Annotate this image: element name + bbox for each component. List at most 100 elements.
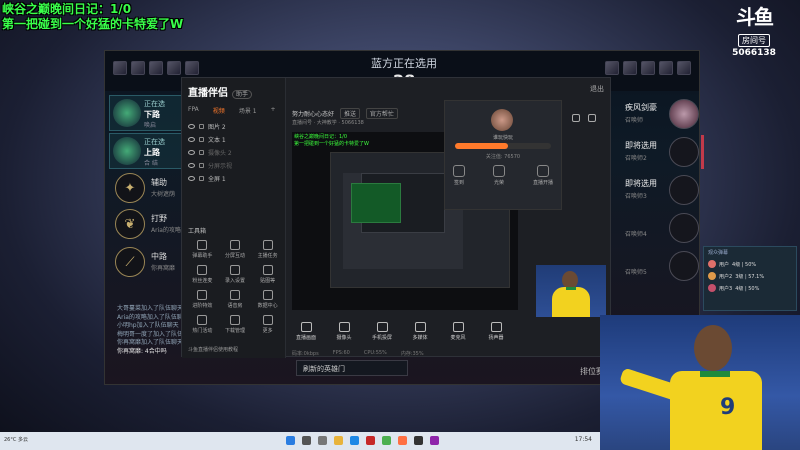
role-player: Aria的攻略 (151, 227, 181, 234)
ally-slot[interactable]: 正在选 上路 合 结 (109, 133, 189, 169)
phone-cast-button[interactable]: 手机投屏 (368, 322, 396, 341)
eye-icon[interactable] (188, 176, 195, 181)
file-explorer-icon[interactable] (334, 436, 343, 445)
tool-item[interactable]: 弹幕助手 (186, 240, 219, 259)
avatar[interactable] (491, 109, 513, 131)
viewer-info: 3级 | 57.1% (735, 273, 765, 280)
tool-item[interactable]: 分屏互动 (219, 240, 252, 259)
camera-thumbnail (536, 265, 606, 317)
tool-icon (229, 290, 240, 300)
camera-button[interactable]: 摄像头 (330, 322, 358, 341)
room-number: 5066138 (732, 48, 776, 58)
app-icon[interactable] (366, 436, 375, 445)
preview-overlay-line: 第一把碰到一个好猛的卡特爱了W (294, 141, 369, 147)
search-icon[interactable] (302, 436, 311, 445)
app-badge[interactable]: 助手 (232, 90, 253, 99)
task-view-icon[interactable] (318, 436, 327, 445)
enemy-portrait (669, 137, 699, 167)
camera-icon (338, 322, 350, 332)
app-icon[interactable] (414, 436, 423, 445)
honor-button[interactable]: 光荣 (492, 165, 505, 186)
push-chip[interactable]: 推送 (339, 108, 360, 119)
layer-item[interactable]: 摄像头 2 (186, 146, 282, 159)
tool-label: 进阶特效 (192, 303, 213, 309)
eye-icon[interactable] (188, 150, 195, 155)
source-controls: 直播画面 摄像头 手机投屏 多媒体 麦克风 扬声器 (292, 322, 510, 341)
tool-item[interactable]: 贴图等 (251, 265, 284, 284)
tool-label: 粉丝连麦 (192, 278, 213, 284)
phone-icon (376, 322, 388, 332)
lock-icon[interactable] (199, 150, 204, 155)
tool-icon (262, 315, 273, 325)
control-label: 摄像头 (336, 335, 352, 341)
layer-item[interactable]: 图片 2 (186, 120, 282, 133)
exit-button[interactable]: 退出 (590, 84, 604, 94)
speaker-button[interactable]: 扬声器 (482, 322, 510, 341)
bell-icon[interactable] (588, 114, 596, 122)
tool-icon (197, 240, 208, 250)
tab-scene-1[interactable]: 场景 1 (239, 106, 257, 115)
room-label: 房间号 (738, 34, 770, 47)
chat-icon[interactable] (572, 114, 580, 122)
tool-item[interactable]: 下载管理 (219, 315, 252, 334)
tool-label: 主播任务 (257, 253, 278, 259)
tool-item[interactable]: 热门活动 (186, 315, 219, 334)
eye-icon[interactable] (188, 137, 195, 142)
tool-item[interactable]: 数据中心 (251, 290, 284, 309)
enemy-slot: 即将选用 召唤师3 (625, 173, 701, 209)
ally-slot[interactable]: 正在选 下路 唤启 (109, 95, 189, 131)
checkin-icon (453, 165, 465, 177)
tool-item[interactable]: 语音房 (219, 290, 252, 309)
monitor-icon (300, 322, 312, 332)
douyu-logo: 斗鱼 房间号 5066138 (722, 6, 786, 58)
follower-count: 关注值: 76570 (485, 154, 521, 160)
tutorial-link[interactable]: 斗鱼直播伴侣使用教程 (188, 346, 238, 353)
play-icon (414, 322, 426, 332)
tab-video[interactable]: 视频 (213, 106, 225, 115)
stream-title[interactable]: 努力耐心心态好 (292, 111, 334, 118)
weather-widget[interactable]: 26°C 多云 (4, 436, 28, 443)
go-live-button[interactable]: 直播开播 (533, 165, 553, 186)
lock-icon[interactable] (199, 124, 204, 129)
champion-search-input[interactable]: 刷新的英雄门 (296, 360, 408, 376)
eye-icon[interactable] (188, 163, 195, 168)
tool-item[interactable]: 粉丝连麦 (186, 265, 219, 284)
tool-icon (197, 315, 208, 325)
slot-role: 下路 (144, 110, 160, 119)
media-button[interactable]: 多媒体 (406, 322, 434, 341)
app-icon[interactable] (382, 436, 391, 445)
tool-label: 更多 (262, 328, 273, 334)
viewer-avatar (708, 260, 716, 268)
lock-icon[interactable] (199, 137, 204, 142)
taskbar-clock[interactable]: 17:54 (575, 436, 592, 443)
app-icon[interactable] (398, 436, 407, 445)
tab-fpa[interactable]: FPA (188, 106, 199, 115)
microphone-button[interactable]: 麦克风 (444, 322, 472, 341)
tool-item[interactable]: 主播任务 (251, 240, 284, 259)
role-player: 大树遮荫 (151, 191, 176, 198)
layer-item[interactable]: 文本 1 (186, 133, 282, 146)
ban-icon (623, 61, 637, 75)
tool-icon (262, 265, 273, 275)
tool-item[interactable]: 更多 (251, 315, 284, 334)
slot-status: 正在选 (144, 138, 165, 146)
add-scene-icon[interactable]: + (271, 106, 276, 115)
enemy-portrait (669, 175, 699, 205)
webcam-overlay: 9 (600, 315, 800, 450)
layer-list: 图片 2 文本 1 摄像头 2 分屏示视 全屏 1 (186, 120, 282, 185)
app-icon[interactable] (430, 436, 439, 445)
layer-item[interactable]: 分屏示视 (186, 159, 282, 172)
viewer-name: 用户2 (719, 273, 733, 280)
lock-icon[interactable] (199, 163, 204, 168)
tool-item[interactable]: 录入设置 (219, 265, 252, 284)
screen-capture-button[interactable]: 直播画面 (292, 322, 320, 341)
edge-icon[interactable] (350, 436, 359, 445)
layer-item[interactable]: 全屏 1 (186, 172, 282, 185)
lock-icon[interactable] (199, 176, 204, 181)
help-chip[interactable]: 官方帮忙 (365, 108, 398, 119)
windows-start-icon[interactable] (286, 436, 295, 445)
toolbox-grid: 弹幕助手 分屏互动 主播任务 粉丝连麦 录入设置 贴图等 进阶特效 语音房 数据… (186, 240, 284, 334)
tool-item[interactable]: 进阶特效 (186, 290, 219, 309)
eye-icon[interactable] (188, 124, 195, 129)
checkin-button[interactable]: 签到 (453, 165, 465, 186)
